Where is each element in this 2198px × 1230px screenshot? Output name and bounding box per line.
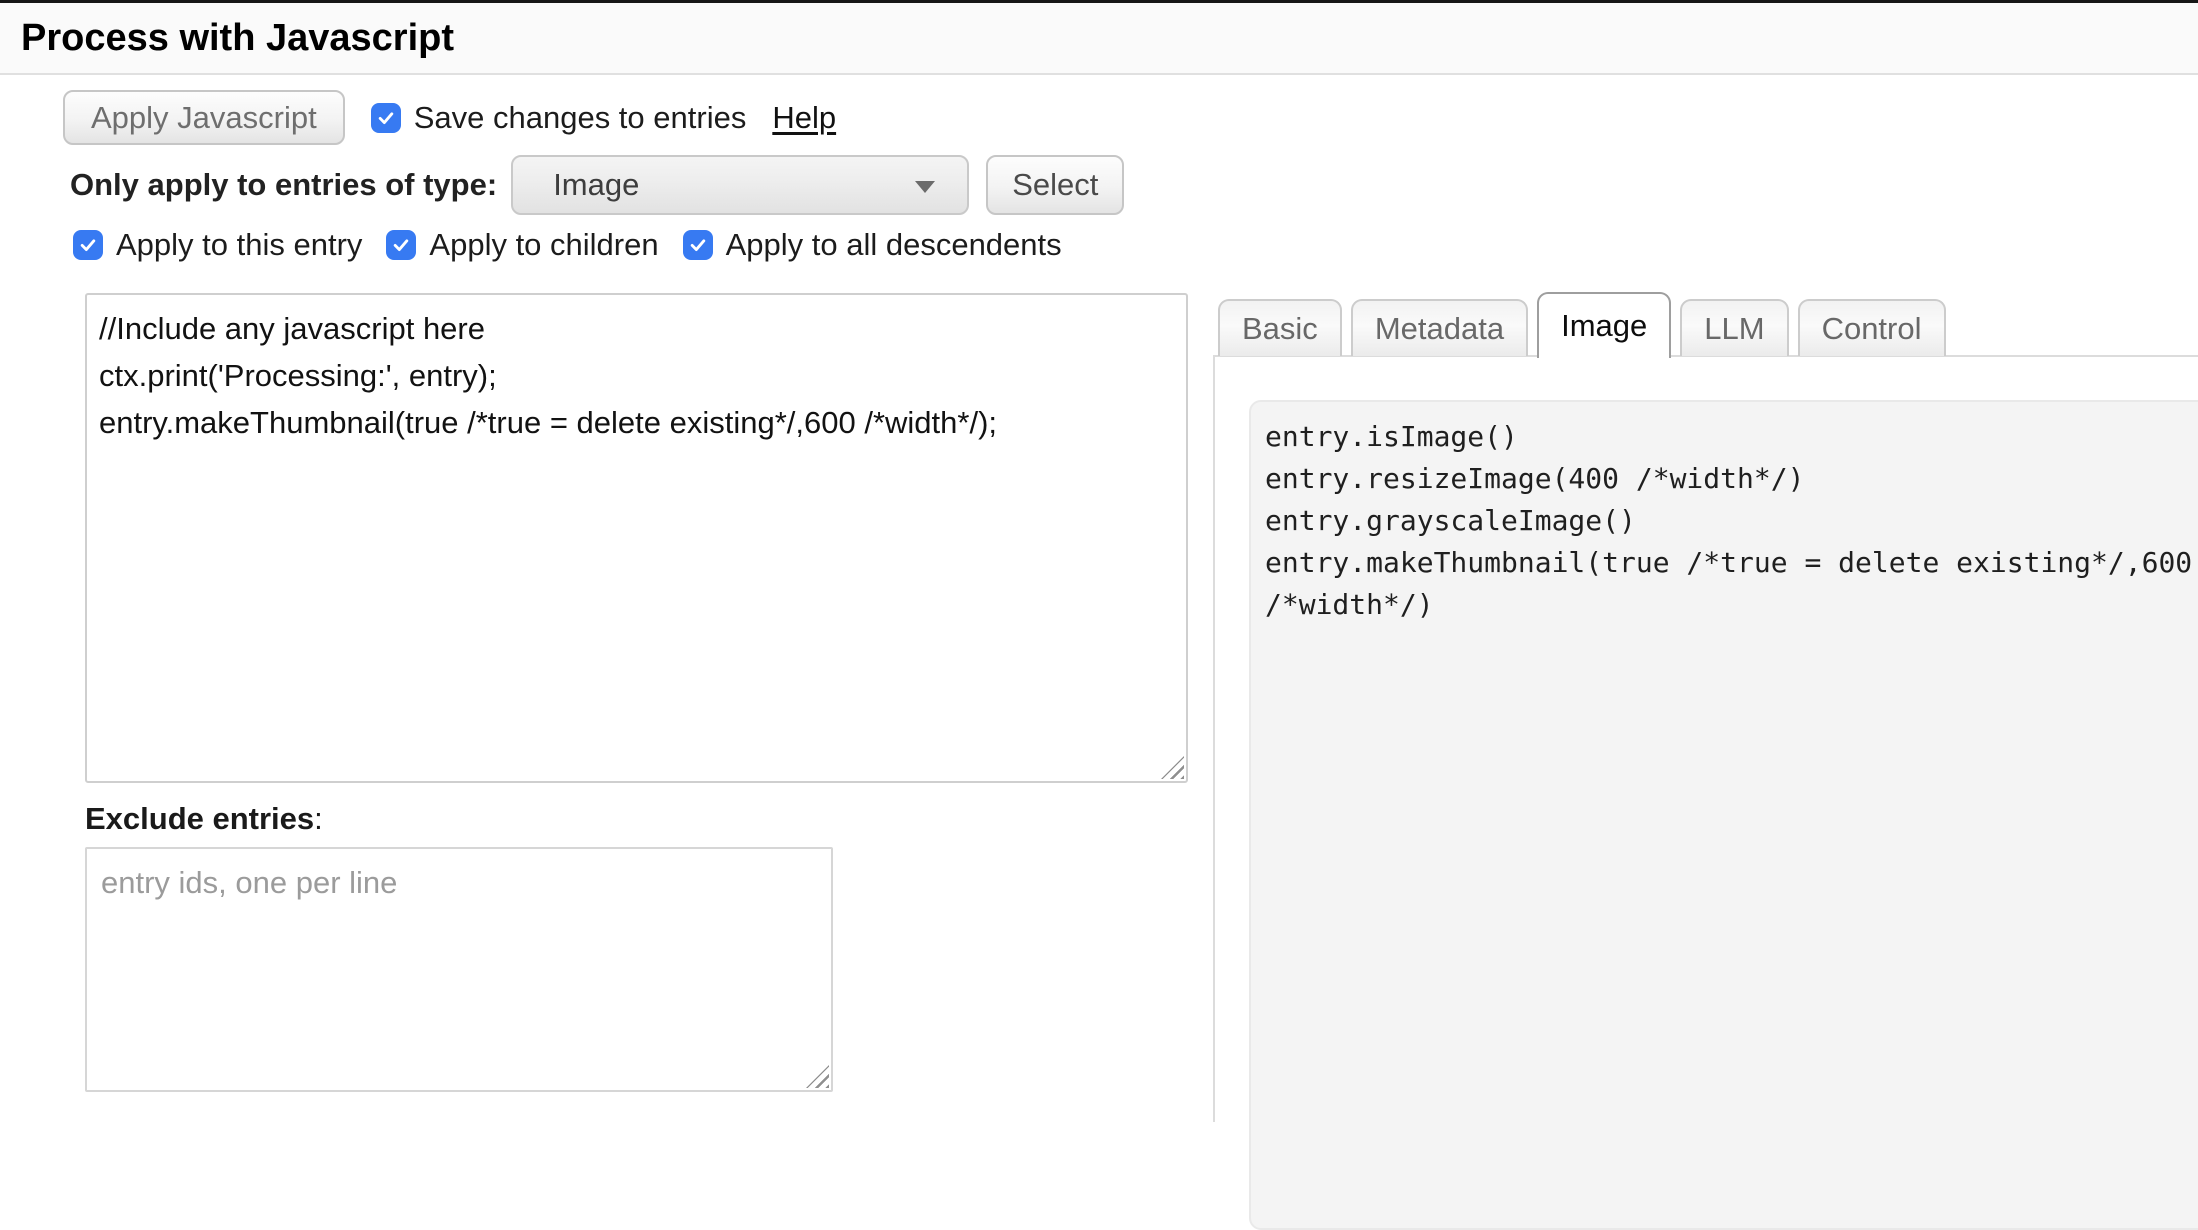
save-changes-checkbox[interactable]: Save changes to entries xyxy=(371,100,747,136)
tab-basic[interactable]: Basic xyxy=(1218,299,1342,356)
select-type-button[interactable]: Select xyxy=(986,155,1124,215)
help-tab-bar: Basic Metadata Image LLM Control xyxy=(1218,292,1946,358)
type-filter-row: Only apply to entries of type: Image Sel… xyxy=(70,155,2198,215)
save-changes-label: Save changes to entries xyxy=(414,100,747,136)
page-header: Process with Javascript xyxy=(0,3,2198,75)
apply-children-label: Apply to children xyxy=(429,227,658,263)
entry-type-dropdown[interactable]: Image xyxy=(511,155,969,215)
apply-descendents-label: Apply to all descendents xyxy=(726,227,1062,263)
toolbar-row: Apply Javascript Save changes to entries… xyxy=(63,90,2198,145)
javascript-editor[interactable]: //Include any javascript here ctx.print(… xyxy=(85,293,1188,783)
apply-children-checkbox[interactable]: Apply to children xyxy=(386,227,658,263)
apply-descendents-checkbox[interactable]: Apply to all descendents xyxy=(683,227,1062,263)
tab-llm[interactable]: LLM xyxy=(1680,299,1788,356)
exclude-entries-container xyxy=(85,847,833,1092)
code-examples-block: entry.isImage() entry.resizeImage(400 /*… xyxy=(1249,400,2198,1230)
type-filter-label: Only apply to entries of type: xyxy=(70,167,497,203)
apply-javascript-button[interactable]: Apply Javascript xyxy=(63,90,345,145)
entry-type-value: Image xyxy=(513,167,639,203)
help-panel: entry.isImage() entry.resizeImage(400 /*… xyxy=(1213,355,2198,1122)
javascript-editor-container: //Include any javascript here ctx.print(… xyxy=(85,293,1188,783)
chevron-down-icon xyxy=(915,181,935,193)
tab-metadata[interactable]: Metadata xyxy=(1351,299,1528,356)
checkbox-checked-icon xyxy=(73,230,103,260)
apply-this-entry-checkbox[interactable]: Apply to this entry xyxy=(73,227,362,263)
checkbox-checked-icon xyxy=(386,230,416,260)
exclude-entries-input[interactable] xyxy=(85,847,833,1092)
help-link[interactable]: Help xyxy=(772,100,836,136)
apply-this-entry-label: Apply to this entry xyxy=(116,227,362,263)
scope-row: Apply to this entry Apply to children Ap… xyxy=(73,227,2198,263)
checkbox-checked-icon xyxy=(683,230,713,260)
page-title: Process with Javascript xyxy=(21,16,2198,60)
checkbox-checked-icon xyxy=(371,103,401,133)
tab-control[interactable]: Control xyxy=(1798,299,1946,356)
tab-image[interactable]: Image xyxy=(1537,292,1671,358)
